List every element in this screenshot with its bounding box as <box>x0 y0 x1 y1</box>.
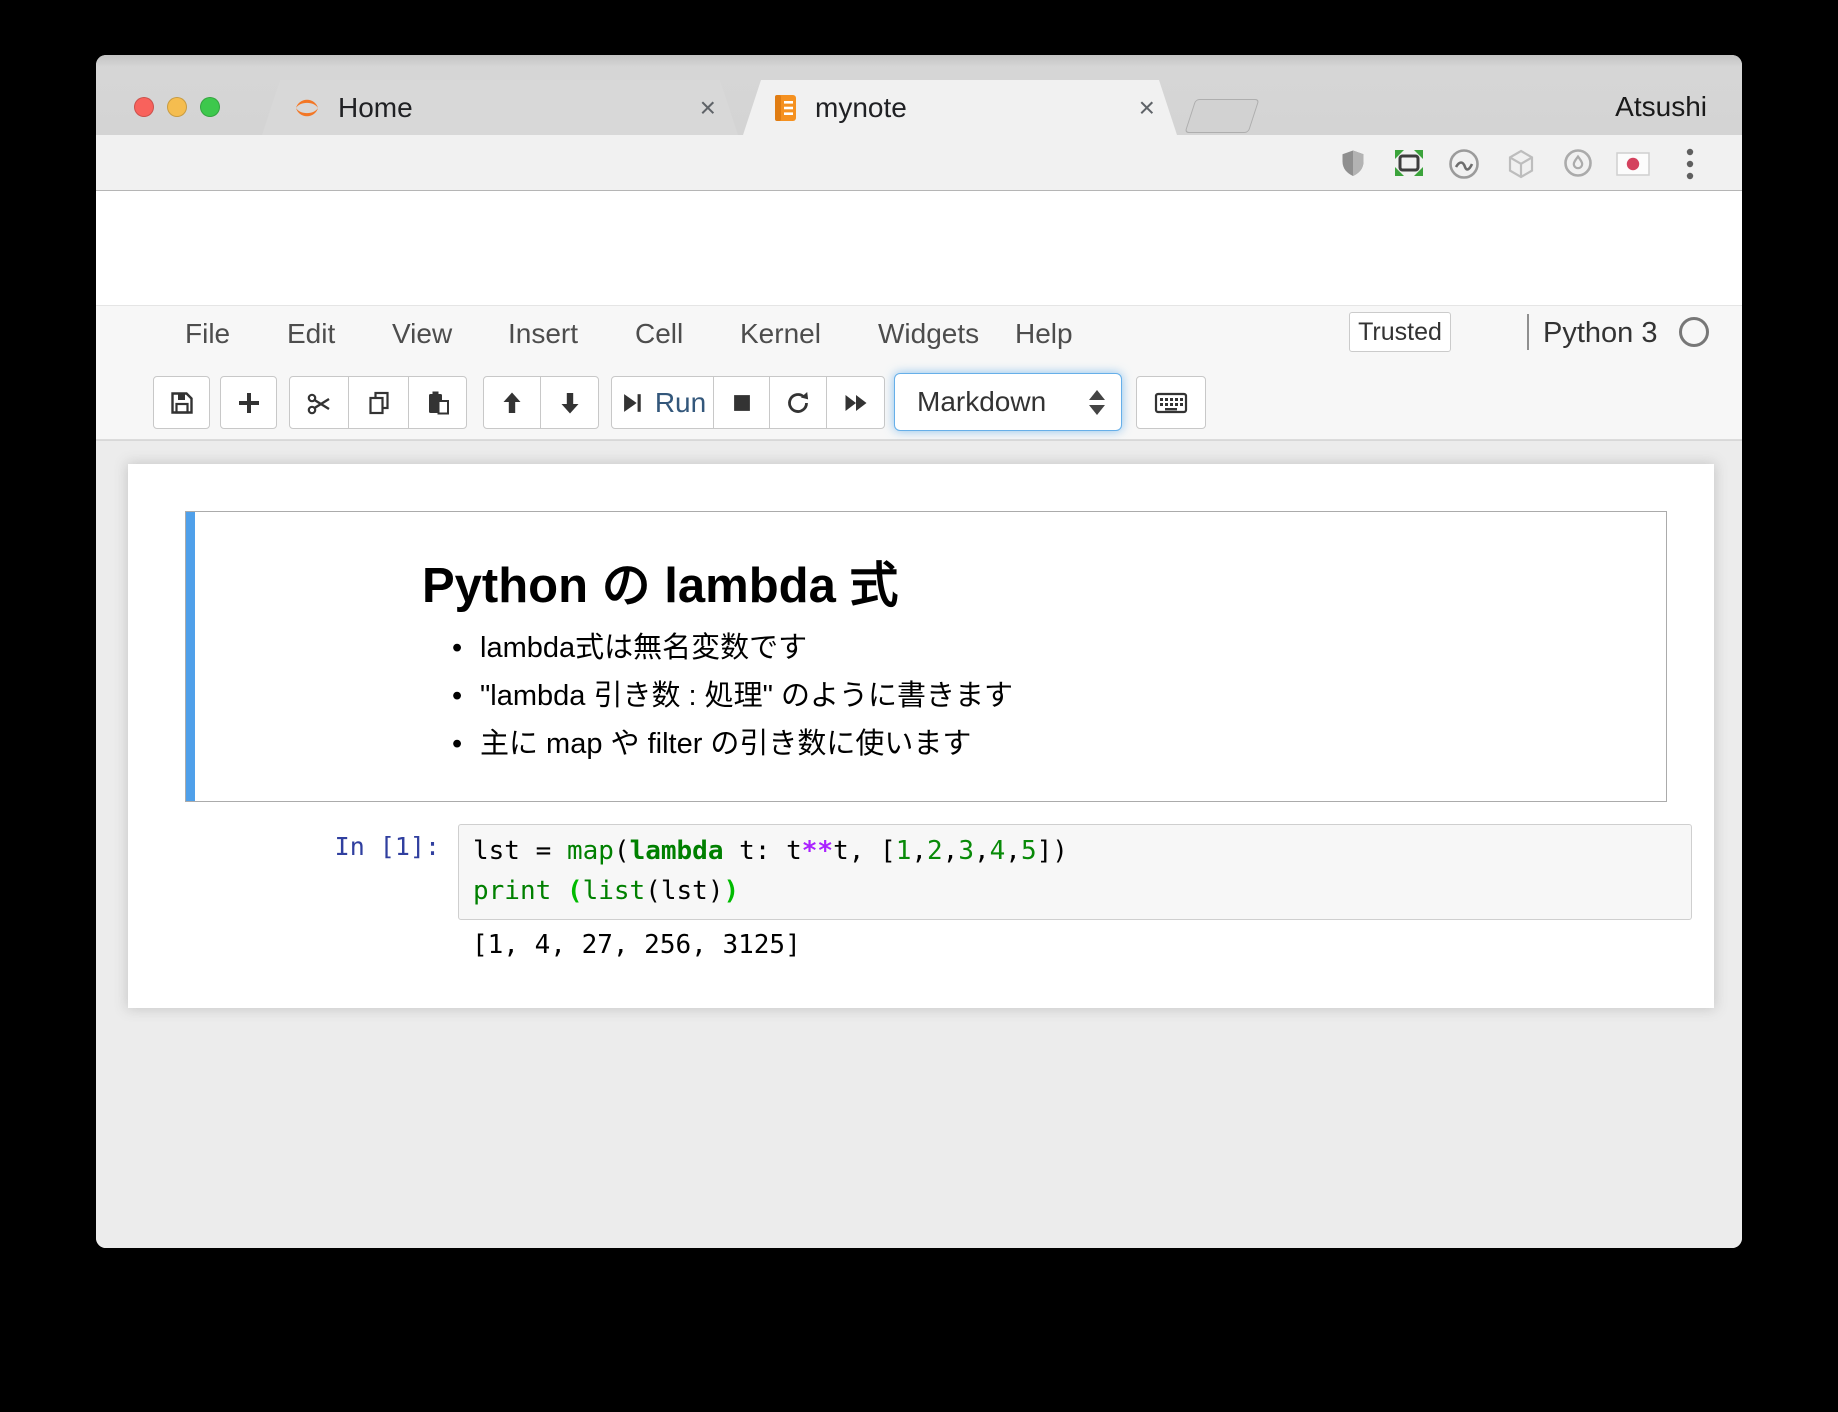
restart-run-all-button[interactable] <box>826 376 885 429</box>
code-line: lst = map(lambda t: t**t, [1,2,3,4,5]) <box>473 831 1068 871</box>
move-up-icon <box>498 389 526 417</box>
select-spinner-icon <box>1089 390 1105 415</box>
menu-widgets[interactable]: Widgets <box>878 318 979 350</box>
stop-icon <box>729 390 755 416</box>
markdown-heading: Python の lambda 式 <box>422 546 898 617</box>
notebook-area: Python の lambda 式 lambda式は無名変数です "lambda… <box>96 440 1742 1248</box>
menu-file[interactable]: File <box>185 318 230 350</box>
overflow-menu-icon[interactable] <box>1684 147 1696 181</box>
menu-bar: File Edit View Insert Cell Kernel Widget… <box>96 305 1742 362</box>
tab-home[interactable]: Home × <box>262 80 738 135</box>
notebook-toolbar: Run Markdown <box>96 362 1742 440</box>
window-minimize-button[interactable] <box>167 97 187 117</box>
run-label: Run <box>655 387 706 419</box>
save-button[interactable] <box>153 376 210 429</box>
browser-profile-name[interactable]: Atsushi <box>1615 91 1707 123</box>
screenshot-icon[interactable] <box>1393 148 1425 178</box>
paste-button[interactable] <box>408 376 467 429</box>
fast-forward-icon <box>842 389 870 417</box>
cut-button[interactable] <box>289 376 349 429</box>
move-cell-up-button[interactable] <box>483 376 541 429</box>
restart-kernel-button[interactable] <box>769 376 827 429</box>
droplet-icon[interactable] <box>1563 148 1593 178</box>
command-palette-button[interactable] <box>1136 376 1206 429</box>
save-icon <box>168 389 196 417</box>
wave-circle-icon[interactable] <box>1448 148 1480 180</box>
menu-view[interactable]: View <box>392 318 452 350</box>
menu-insert[interactable]: Insert <box>508 318 578 350</box>
tab-home-close-icon[interactable]: × <box>700 94 716 122</box>
keyboard-icon <box>1154 389 1188 417</box>
markdown-bullet-list: lambda式は無名変数です "lambda 引き数 : 処理" のように書きま… <box>450 624 1013 768</box>
step-forward-icon <box>619 390 645 416</box>
bullet-item: lambda式は無名変数です <box>450 624 1013 672</box>
jupyter-favicon <box>292 93 322 123</box>
copy-icon <box>365 389 393 417</box>
tab-mynote-close-icon[interactable]: × <box>1139 94 1155 122</box>
menu-kernel[interactable]: Kernel <box>740 318 821 350</box>
browser-window: Home × mynote × Atsushi <box>96 55 1742 1248</box>
code-input-area[interactable]: lst = map(lambda t: t**t, [1,2,3,4,5]) p… <box>458 824 1692 920</box>
output-text: [1, 4, 27, 256, 3125] <box>472 930 801 960</box>
kernel-idle-indicator <box>1679 317 1709 347</box>
selected-cell-indicator <box>186 512 195 801</box>
interrupt-kernel-button[interactable] <box>713 376 770 429</box>
menu-help[interactable]: Help <box>1015 318 1073 350</box>
tab-strip: Home × mynote × Atsushi <box>96 55 1742 135</box>
browser-toolbar: i localhost:8888/notebooks/mynote.ipynb … <box>96 135 1742 191</box>
japan-flag-icon[interactable] <box>1616 152 1650 176</box>
trusted-label: Trusted <box>1358 318 1442 347</box>
window-close-button[interactable] <box>134 97 154 117</box>
cell-type-value: Markdown <box>917 386 1046 418</box>
menu-cell[interactable]: Cell <box>635 318 683 350</box>
trusted-badge[interactable]: Trusted <box>1349 312 1451 352</box>
add-cell-icon <box>235 389 263 417</box>
paste-icon <box>424 389 452 417</box>
kernel-name: Python 3 <box>1543 317 1657 350</box>
refresh-icon <box>784 389 812 417</box>
window-zoom-button[interactable] <box>200 97 220 117</box>
input-prompt: In [1]: <box>310 832 440 861</box>
menu-edit[interactable]: Edit <box>287 318 335 350</box>
move-down-icon <box>556 389 584 417</box>
tab-mynote-label: mynote <box>815 92 907 124</box>
notebook-favicon <box>773 93 799 123</box>
markdown-cell[interactable]: Python の lambda 式 lambda式は無名変数です "lambda… <box>185 511 1667 802</box>
notebook-container: Python の lambda 式 lambda式は無名変数です "lambda… <box>128 464 1714 1008</box>
add-cell-button[interactable] <box>220 376 277 429</box>
tab-home-label: Home <box>338 92 413 124</box>
new-tab-button[interactable] <box>1184 99 1259 133</box>
move-cell-down-button[interactable] <box>540 376 599 429</box>
copy-button[interactable] <box>348 376 409 429</box>
cell-type-select[interactable]: Markdown <box>894 373 1122 431</box>
jupyter-header: jupyter mynote (autosaved) Logout <box>96 191 1742 305</box>
code-line: print (list(lst)) <box>473 871 739 911</box>
tab-mynote[interactable]: mynote × <box>743 80 1177 135</box>
cube-icon[interactable] <box>1505 148 1537 180</box>
cut-icon <box>305 389 333 417</box>
run-button[interactable]: Run <box>611 376 714 429</box>
kernel-separator <box>1527 314 1529 350</box>
shield-icon[interactable] <box>1338 148 1368 178</box>
bullet-item: 主に map や filter の引き数に使います <box>450 720 1013 768</box>
bullet-item: "lambda 引き数 : 処理" のように書きます <box>450 672 1013 720</box>
